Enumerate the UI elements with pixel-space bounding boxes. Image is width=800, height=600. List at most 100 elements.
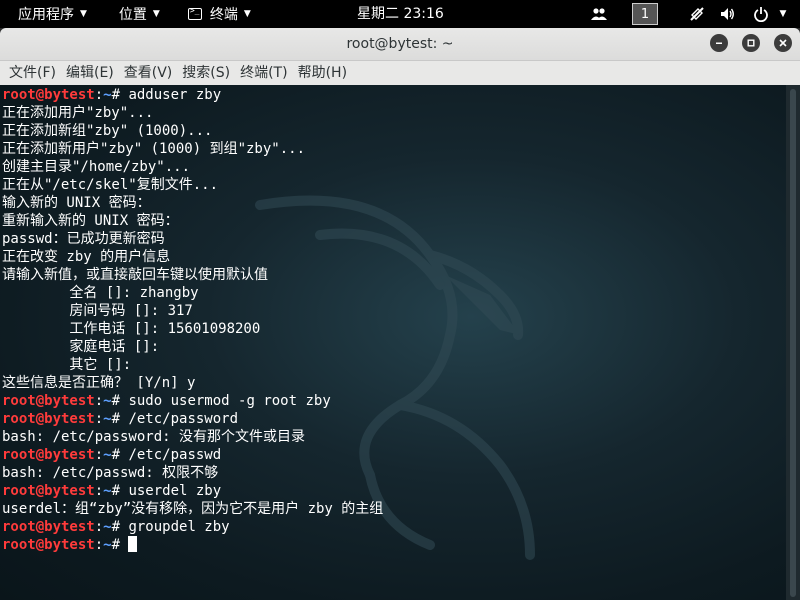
prompt-symbol: # [111, 537, 129, 553]
terminal-output-line: passwd：已成功更新密码 [2, 230, 383, 248]
terminal-window: root@bytest: ~ 文件(F) 编辑(E) 查看(V) 搜索(S) 终… [0, 28, 800, 600]
terminal-app-label: 终端 [209, 7, 238, 23]
terminal-scrollbar[interactable] [786, 85, 800, 600]
output-text: 正在添加用户"zby"... [2, 105, 154, 121]
output-text: 全名 []: zhangby [2, 285, 199, 301]
terminal-cursor [128, 536, 138, 552]
prompt-path: ~ [103, 483, 112, 499]
terminal-command-line: root@bytest:~# sudo usermod -g root zby [2, 392, 383, 410]
prompt-path: ~ [103, 393, 112, 409]
output-text: passwd：已成功更新密码 [2, 231, 165, 247]
prompt-path: ~ [103, 519, 112, 535]
terminal-command-line: root@bytest:~# [2, 536, 383, 554]
prompt-user: root@bytest [2, 483, 95, 499]
prompt-symbol: # [111, 447, 129, 463]
command-text: userdel zby [128, 483, 222, 499]
terminal-output-line: 全名 []: zhangby [2, 284, 383, 302]
chevron-down-icon[interactable]: ▼ [772, 3, 794, 25]
menu-file[interactable]: 文件(F) [4, 61, 61, 85]
menu-edit[interactable]: 编辑(E) [61, 61, 119, 85]
menu-bar: 文件(F) 编辑(E) 查看(V) 搜索(S) 终端(T) 帮助(H) [0, 61, 800, 86]
output-text: 正在添加新组"zby" (1000)... [2, 123, 213, 139]
terminal-output-line: 房间号码 []: 317 [2, 302, 383, 320]
output-text: 正在从"/etc/skel"复制文件... [2, 177, 219, 193]
network-off-icon[interactable] [686, 3, 708, 25]
prompt-symbol: # [111, 483, 129, 499]
minimize-icon[interactable] [710, 34, 728, 52]
clock[interactable]: 星期二 23:16 [357, 0, 444, 28]
terminal-output-line: 正在添加新组"zby" (1000)... [2, 122, 383, 140]
terminal-output-line: 家庭电话 []: [2, 338, 383, 356]
chevron-down-icon: ▼ [243, 9, 251, 19]
prompt-path: ~ [103, 411, 112, 427]
output-text: 正在改变 zby 的用户信息 [2, 249, 171, 265]
prompt-colon: : [94, 393, 104, 409]
output-text: 正在添加新用户"zby" (1000) 到组"zby"... [2, 141, 306, 157]
prompt-user: root@bytest [2, 393, 95, 409]
places-menu[interactable]: 位置 ▼ [113, 0, 166, 28]
places-label: 位置 [118, 7, 147, 23]
terminal-output-line: 正在添加新用户"zby" (1000) 到组"zby"... [2, 140, 383, 158]
system-tray: 1 ▼ [588, 0, 800, 28]
terminal-command-line: root@bytest:~# groupdel zby [2, 518, 383, 536]
close-icon[interactable] [774, 34, 792, 52]
prompt-symbol: # [111, 519, 129, 535]
terminal-output-line: 正在添加用户"zby"... [2, 104, 383, 122]
prompt-path: ~ [103, 87, 112, 103]
menu-help[interactable]: 帮助(H) [293, 61, 352, 85]
output-text: 重新输入新的 UNIX 密码： [2, 213, 179, 229]
terminal-app-menu[interactable]: 终端 ▼ [182, 0, 257, 28]
terminal-command-line: root@bytest:~# /etc/passwd [2, 446, 383, 464]
prompt-colon: : [94, 537, 104, 553]
terminal-output-line: 正在改变 zby 的用户信息 [2, 248, 383, 266]
prompt-symbol: # [111, 87, 129, 103]
prompt-path: ~ [103, 537, 112, 553]
top-panel: 应用程序 ▼ 位置 ▼ 终端 ▼ 星期二 23:16 1 ▼ [0, 0, 800, 28]
output-text: 输入新的 UNIX 密码： [2, 195, 151, 211]
menu-view[interactable]: 查看(V) [119, 61, 178, 85]
terminal-output-line: 正在从"/etc/skel"复制文件... [2, 176, 383, 194]
prompt-path: ~ [103, 447, 112, 463]
terminal-command-line: root@bytest:~# /etc/password [2, 410, 383, 428]
terminal-output-line: 创建主目录"/home/zby"... [2, 158, 383, 176]
output-text: 创建主目录"/home/zby"... [2, 159, 191, 175]
terminal-output-line: bash: /etc/passwd: 权限不够 [2, 464, 383, 482]
scrollbar-thumb[interactable] [790, 89, 796, 597]
terminal-command-line: root@bytest:~# adduser zby [2, 86, 383, 104]
output-text: userdel：组“zby”没有移除，因为它不是用户 zby 的主组 [2, 501, 384, 517]
volume-icon[interactable] [716, 3, 738, 25]
command-text: /etc/password [128, 411, 239, 427]
prompt-user: root@bytest [2, 537, 95, 553]
menu-search[interactable]: 搜索(S) [177, 61, 235, 85]
prompt-colon: : [94, 87, 104, 103]
workspace-indicator[interactable]: 1 [632, 3, 658, 25]
prompt-colon: : [94, 447, 104, 463]
terminal-output-line: 请输入新值，或直接敲回车键以使用默认值 [2, 266, 383, 284]
terminal-icon [187, 6, 202, 20]
chevron-down-icon: ▼ [80, 9, 87, 19]
prompt-user: root@bytest [2, 411, 95, 427]
applications-menu[interactable]: 应用程序 ▼ [12, 0, 93, 28]
maximize-icon[interactable] [742, 34, 760, 52]
window-title: root@bytest: ~ [346, 36, 454, 52]
prompt-user: root@bytest [2, 447, 95, 463]
terminal-output-line: userdel：组“zby”没有移除，因为它不是用户 zby 的主组 [2, 500, 383, 518]
applications-label: 应用程序 [18, 7, 74, 23]
power-icon[interactable] [750, 3, 772, 25]
title-bar[interactable]: root@bytest: ~ [0, 28, 800, 61]
terminal-output-line: 输入新的 UNIX 密码： [2, 194, 383, 212]
output-text: 请输入新值，或直接敲回车键以使用默认值 [2, 267, 268, 283]
menu-terminal[interactable]: 终端(T) [235, 61, 292, 85]
output-text: 家庭电话 []: [2, 339, 160, 355]
command-text: sudo usermod -g root zby [128, 393, 331, 409]
prompt-user: root@bytest [2, 519, 95, 535]
terminal-lines: root@bytest:~# adduser zby 正在添加用户"zby"...… [2, 86, 383, 554]
output-text: bash: /etc/password: 没有那个文件或目录 [2, 429, 306, 445]
output-text: 房间号码 []: 317 [2, 303, 193, 319]
output-text: 这些信息是否正确？ [Y/n] y [2, 375, 196, 391]
prompt-user: root@bytest [2, 87, 95, 103]
terminal-output[interactable]: root@bytest:~# adduser zby 正在添加用户"zby"...… [0, 85, 786, 600]
people-icon[interactable] [588, 3, 610, 25]
terminal-output-line: 重新输入新的 UNIX 密码： [2, 212, 383, 230]
output-text: bash: /etc/passwd: 权限不够 [2, 465, 219, 481]
